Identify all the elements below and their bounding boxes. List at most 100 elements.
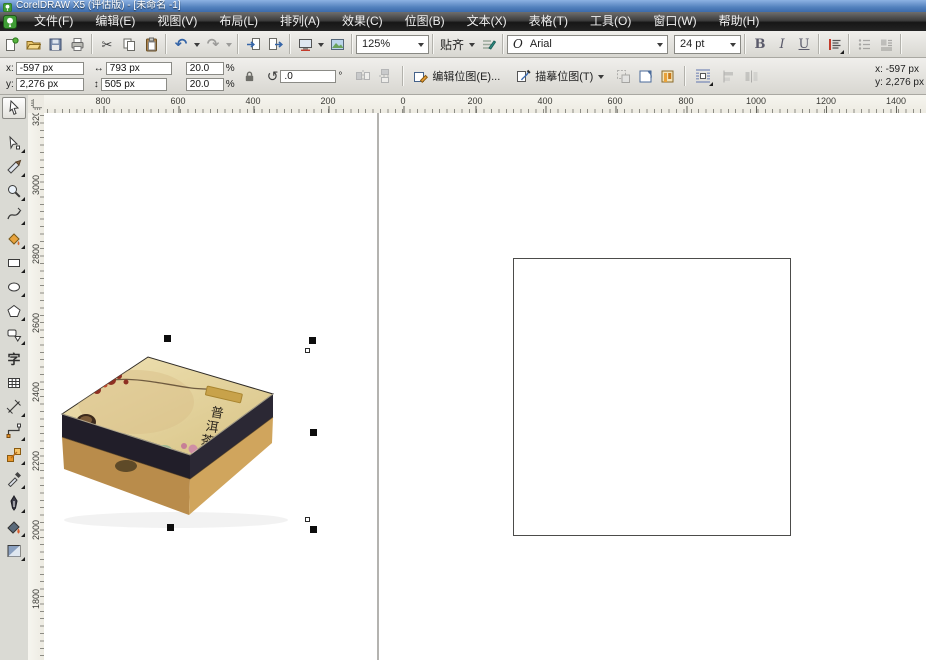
undo-dropdown-caret[interactable] [194,43,200,50]
object-y-field[interactable]: 2,276 px [16,78,84,91]
object-width-field[interactable]: 793 px [106,62,172,75]
selection-handle-middle-right[interactable] [310,429,317,436]
menu-item-text[interactable]: 文本(X) [456,12,518,31]
zoom-tool-button[interactable] [2,180,26,202]
selection-handle-bottom-right[interactable] [310,526,317,533]
document-control-icon[interactable] [3,15,17,29]
zoom-level-caret[interactable] [418,43,424,50]
scale-y-field[interactable]: 20.0 [186,78,224,91]
smart-fill-tool-button[interactable] [2,228,26,250]
bold-button[interactable]: B [749,33,771,55]
ellipse-tool-button[interactable] [2,276,26,298]
menu-item-view[interactable]: 视图(V) [146,12,208,31]
mirror-vertical-icon[interactable] [374,65,396,87]
basic-shapes-tool-icon [6,327,22,343]
teabox-bitmap[interactable]: 普 洱 茶 『昔归古树茶』 [56,330,326,540]
font-combobox-caret[interactable] [657,43,663,50]
font-size-caret[interactable] [730,43,736,50]
menu-item-bitmaps[interactable]: 位图(B) [394,12,456,31]
new-document-icon[interactable] [0,33,22,55]
blend-tool-button[interactable] [2,444,26,466]
italic-button[interactable]: I [771,33,793,55]
edit-bitmap-button[interactable]: 编辑位图(E)... [410,65,503,87]
selection-handle-top-right[interactable] [309,337,316,344]
menu-item-layout[interactable]: 布局(L) [208,12,269,31]
menu-item-tools[interactable]: 工具(O) [579,12,642,31]
export-icon[interactable] [264,33,286,55]
polygon-tool-button[interactable] [2,300,26,322]
edit-node-marker-top[interactable] [305,348,310,353]
rotation-angle-field[interactable]: .0 [280,70,336,83]
wrap-text-icon[interactable] [692,65,714,87]
align-objects-icon[interactable] [718,65,740,87]
menu-item-table[interactable]: 表格(T) [518,12,579,31]
redo-icon[interactable]: ↷ [202,33,224,55]
menu-item-file[interactable]: 文件(F) [23,12,84,31]
zoom-level-combobox[interactable]: 125% [356,35,429,54]
undo-icon[interactable]: ↶ [170,33,192,55]
mirror-horizontal-icon[interactable] [352,65,374,87]
font-preview-glyph: O [513,37,523,51]
text-tool-button[interactable]: 字 [2,348,26,370]
interactive-fill-tool-button[interactable] [2,540,26,562]
font-size-combobox[interactable]: 24 pt [674,35,741,54]
import-icon[interactable] [242,33,264,55]
color-eyedropper-tool-button[interactable] [2,468,26,490]
edit-node-marker-bottom[interactable] [305,517,310,522]
save-icon[interactable] [44,33,66,55]
pick-tool-button[interactable] [2,97,26,119]
basic-shapes-tool-button[interactable] [2,324,26,346]
distribute-objects-icon[interactable] [740,65,762,87]
menu-item-help[interactable]: 帮助(H) [708,12,771,31]
table-tool-button[interactable] [2,372,26,394]
menu-item-window[interactable]: 窗口(W) [642,12,707,31]
image-adjustment-icon[interactable] [656,65,678,87]
vertical-ruler[interactable]: 3200 3000 2800 2600 2400 2200 2000 1800 [28,113,45,660]
bulleted-list-icon[interactable] [853,33,875,55]
outline-pen-tool-button[interactable] [2,492,26,514]
application-launcher-icon[interactable] [294,33,316,55]
fill-tool-button[interactable] [2,516,26,538]
options-icon[interactable] [477,33,499,55]
trace-bitmap-button[interactable]: 描摹位图(T) [513,65,596,87]
text-alignment-icon[interactable] [823,33,845,55]
menu-item-edit[interactable]: 编辑(E) [84,12,146,31]
selection-handle-top-middle[interactable] [164,335,171,342]
crop-tool-button[interactable] [2,156,26,178]
resample-bitmap-icon[interactable] [612,65,634,87]
menu-item-effects[interactable]: 效果(C) [331,12,394,31]
bitmap-frame-icon[interactable] [634,65,656,87]
trace-bitmap-caret[interactable] [598,75,604,82]
launcher-dropdown-caret[interactable] [318,43,324,50]
print-icon[interactable] [66,33,88,55]
font-combobox[interactable]: O Arial [507,35,668,54]
copy-icon[interactable] [118,33,140,55]
open-folder-icon[interactable] [22,33,44,55]
shape-tool-button[interactable] [2,132,26,154]
lock-ratio-icon[interactable] [239,65,261,87]
redo-dropdown-caret[interactable] [226,43,232,50]
straight-line-connector-tool-button[interactable] [2,420,26,442]
scale-x-field[interactable]: 20.0 [186,62,224,75]
welcome-screen-icon[interactable] [326,33,348,55]
object-x-field[interactable]: -597 px [16,62,84,75]
rectangle-tool-button[interactable] [2,252,26,274]
selection-handle-bottom-middle[interactable] [167,524,174,531]
horizontal-ruler[interactable]: 800 600 400 200 0 200 400 600 800 1000 1… [44,95,926,114]
rectangle-object[interactable] [513,258,791,536]
drop-cap-icon[interactable] [875,33,897,55]
snap-to-caret[interactable] [469,43,475,50]
h-ruler-label: 1000 [746,96,766,106]
underline-button[interactable]: U [793,33,815,55]
object-height-field[interactable]: 505 px [101,78,167,91]
drawing-canvas[interactable]: 普 洱 茶 『昔归古树茶』 [44,113,926,660]
menu-bar: 文件(F) 编辑(E) 视图(V) 布局(L) 排列(A) 效果(C) 位图(B… [0,12,926,31]
freehand-tool-button[interactable] [2,204,26,226]
menu-item-arrange[interactable]: 排列(A) [269,12,331,31]
page-edge-guideline[interactable] [377,113,379,660]
paste-icon[interactable] [140,33,162,55]
parallel-dimension-tool-button[interactable] [2,396,26,418]
cut-icon[interactable]: ✂ [96,33,118,55]
snap-to-button[interactable]: 贴齐 [437,33,467,55]
ruler-origin-button[interactable] [28,95,45,114]
